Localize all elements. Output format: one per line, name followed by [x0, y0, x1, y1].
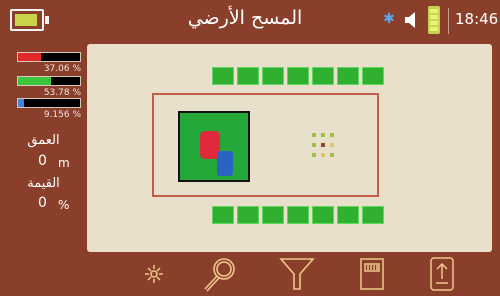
scan-point [330, 153, 334, 157]
scan-point [312, 143, 316, 147]
grid-cell [237, 67, 259, 85]
grid-cell [362, 67, 384, 85]
signal-bar-red [17, 52, 81, 62]
value-label: القيمة [27, 176, 60, 191]
depth-unit: m [58, 156, 70, 170]
grid-cell [287, 206, 309, 224]
page-title: المسح الأرضي [187, 7, 303, 29]
grid-cell [287, 67, 309, 85]
signal-pct-green: 53.78 % [43, 88, 81, 98]
scan-point [321, 133, 325, 137]
export-icon[interactable] [422, 255, 462, 293]
signal-pct-red: 37.06 % [43, 64, 81, 74]
scan-point-current [321, 143, 325, 147]
depth-value: 0 [38, 153, 47, 169]
signal-level-red [18, 53, 41, 61]
filter-icon[interactable] [277, 255, 317, 293]
grid-cell [212, 67, 234, 85]
grid-cell [312, 67, 334, 85]
magnifier-icon[interactable] [200, 255, 240, 293]
top-bar: المسح الأرضي ✱ 18:46 [0, 0, 500, 44]
grid-cell [337, 67, 359, 85]
grid-cell [312, 206, 334, 224]
scan-point [312, 133, 316, 137]
value-value: 0 [38, 195, 47, 211]
battery-icon [10, 9, 49, 31]
grid-cell [337, 206, 359, 224]
cavity-signal-blue [217, 151, 233, 176]
signal-pct-blue: 9.156 % [43, 110, 81, 120]
grid-cell [262, 67, 284, 85]
signal-level-green [18, 77, 52, 85]
sun-icon[interactable] [134, 255, 174, 293]
clock: 18:46 [455, 10, 499, 28]
map-right-rim [492, 44, 500, 252]
depth-label: العمق [27, 133, 60, 148]
status-divider [448, 8, 449, 34]
bluetooth-icon: ✱ [383, 11, 395, 27]
value-unit: % [58, 198, 70, 212]
scan-point [330, 143, 334, 147]
signal-level-blue [18, 99, 24, 107]
grid-cell [262, 206, 284, 224]
sd-card-icon[interactable] [352, 255, 392, 293]
speaker-icon [405, 12, 415, 28]
scan-point [321, 153, 325, 157]
scan-point [330, 133, 334, 137]
signal-bar-blue [17, 98, 81, 108]
phone-battery-icon [428, 6, 440, 34]
grid-cell [362, 206, 384, 224]
grid-cell [237, 206, 259, 224]
signal-bar-green [17, 76, 81, 86]
scan-point [312, 153, 316, 157]
grid-cell [212, 206, 234, 224]
